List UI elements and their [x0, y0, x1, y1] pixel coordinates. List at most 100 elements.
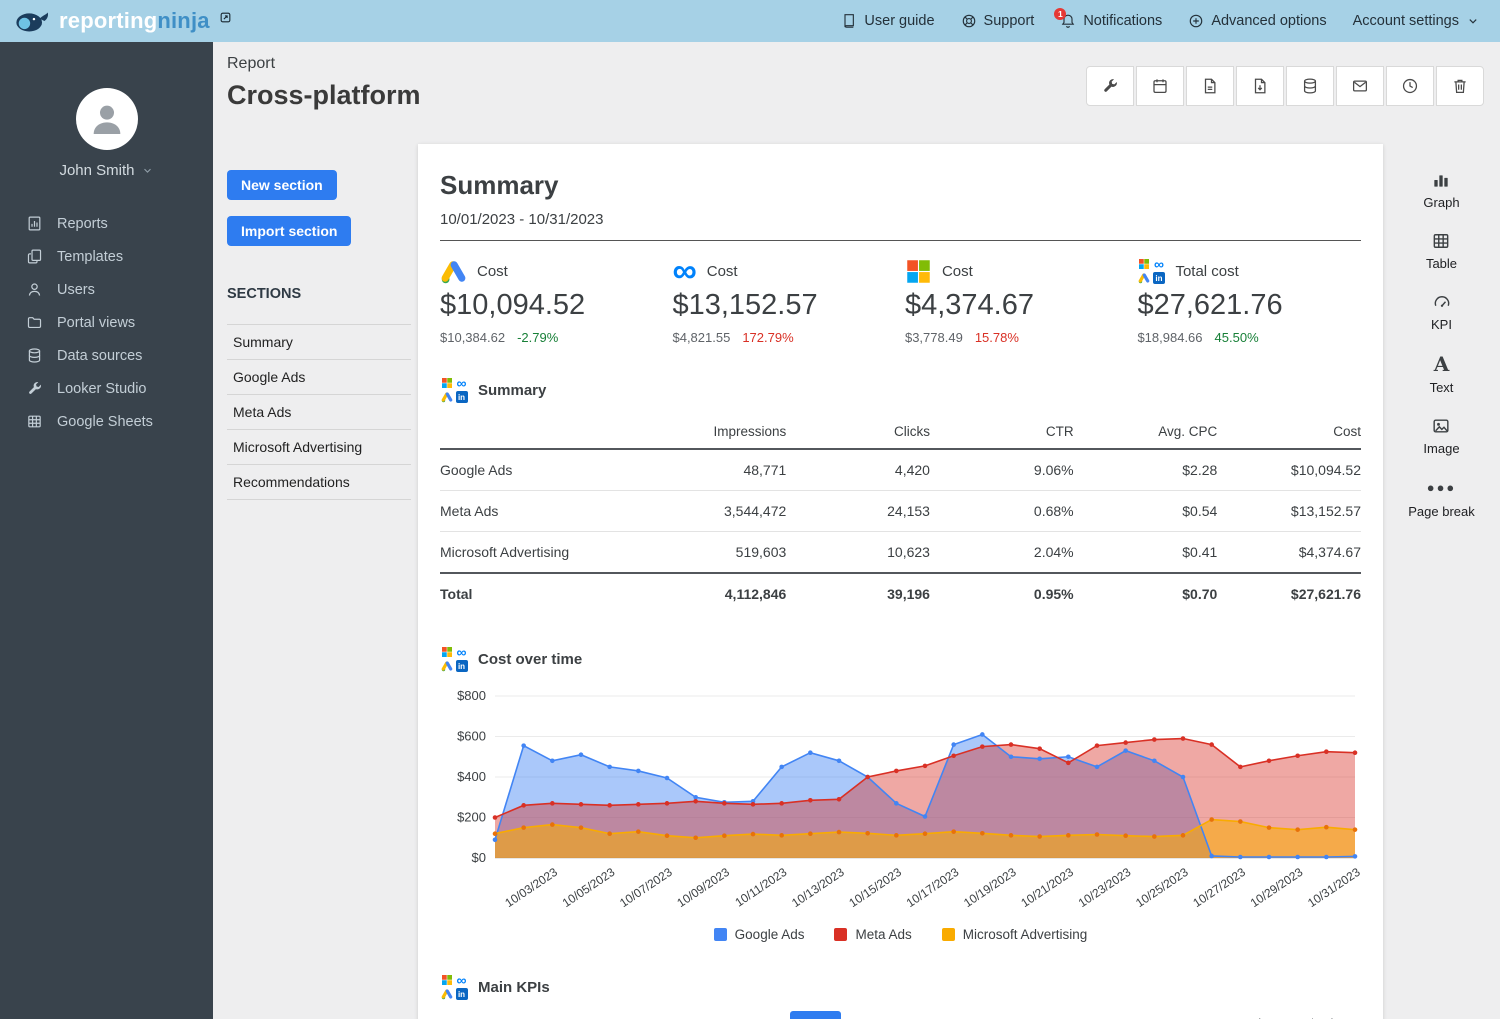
svg-text:10/17/2023: 10/17/2023 [904, 865, 962, 910]
row-name: Google Ads [440, 449, 643, 491]
section-item-google-ads[interactable]: Google Ads [227, 359, 411, 394]
sidebar-item-users[interactable]: Users [0, 273, 213, 306]
delete-button[interactable] [1436, 66, 1484, 106]
kpi-total-cost[interactable]: ∞ in Total cost $27,621.76 $18,984.66 45… [1137, 257, 1361, 345]
kpi-microsoft-cost[interactable]: Cost $4,374.67 $3,778.49 15.78% [905, 257, 1137, 345]
kpi-delta: -2.79% [517, 330, 558, 345]
kpi-meta-ads-cost[interactable]: ∞ Cost $13,152.57 $4,821.55 172.79% [672, 257, 904, 345]
rail-item-image[interactable]: Image [1423, 416, 1459, 456]
main-kpis-header: ∞ in Main KPIs [440, 974, 1361, 1000]
bar-chart-icon [1431, 170, 1451, 190]
avatar[interactable] [76, 88, 138, 150]
user-guide-label: User guide [864, 13, 934, 29]
all-platforms-icon: ∞ in [440, 974, 468, 1000]
import-section-button[interactable]: Import section [227, 216, 351, 246]
spreadsheet-grid-icon [26, 413, 43, 430]
report-toolbar [1086, 66, 1484, 106]
kpi-label: Cost [477, 263, 508, 280]
legend-item-google-ads[interactable]: Google Ads [714, 927, 805, 942]
meta-icon: ∞ [1152, 258, 1165, 270]
page-break-icon: ●●● [1427, 477, 1457, 499]
svg-text:$600: $600 [457, 729, 486, 744]
notifications-link[interactable]: 1 Notifications [1060, 13, 1162, 29]
email-button[interactable] [1336, 66, 1384, 106]
open-in-new-icon[interactable] [219, 11, 232, 24]
rail-label: KPI [1431, 317, 1452, 332]
envelope-icon [1351, 77, 1369, 95]
google-ads-icon [441, 660, 453, 672]
pdf-export-button[interactable] [1236, 66, 1284, 106]
meta-icon: ∞ [455, 974, 468, 986]
kpi-value: $10,094.52 [440, 289, 672, 322]
sidebar-item-google-sheets[interactable]: Google Sheets [0, 405, 213, 438]
rail-item-table[interactable]: Table [1426, 231, 1457, 271]
user-menu[interactable]: John Smith [0, 162, 213, 179]
advanced-options-link[interactable]: Advanced options [1188, 13, 1326, 29]
microsoft-icon [441, 377, 453, 389]
svg-text:10/07/2023: 10/07/2023 [617, 865, 675, 910]
brand-logo[interactable]: reportingninja [14, 8, 232, 35]
rail-item-graph[interactable]: Graph [1423, 170, 1459, 210]
svg-text:10/23/2023: 10/23/2023 [1076, 865, 1134, 910]
svg-text:$0: $0 [472, 850, 486, 865]
section-item-microsoft-advertising[interactable]: Microsoft Advertising [227, 429, 411, 464]
google-ads-icon [440, 258, 467, 285]
cost-over-time-chart: $0$200$400$600$80010/03/202310/05/202310… [440, 682, 1361, 924]
kpi-previous-value: $4,821.55 [672, 330, 730, 345]
report-settings-button[interactable] [1086, 66, 1134, 106]
support-link[interactable]: Support [961, 13, 1035, 29]
user-icon [26, 281, 43, 298]
cost-over-time-header: ∞ in Cost over time [440, 646, 1361, 672]
sidebar-item-label: Templates [57, 249, 123, 265]
row-impressions: 4,112,846 [643, 573, 787, 614]
database-icon [26, 347, 43, 364]
advanced-options-label: Advanced options [1211, 13, 1326, 29]
kpi-value: $4,374.67 [905, 289, 1137, 322]
sidebar-item-label: Data sources [57, 348, 142, 364]
history-button[interactable] [1386, 66, 1434, 106]
summary-table-header: ∞ in Summary [440, 377, 1361, 403]
linkedin-icon: in [456, 988, 468, 1000]
legend-item-meta-ads[interactable]: Meta Ads [834, 927, 911, 942]
book-icon [841, 13, 857, 29]
table-row-google-ads: Google Ads 48,771 4,420 9.06% $2.28 $10,… [440, 449, 1361, 491]
schedule-button[interactable] [1136, 66, 1184, 106]
whale-logo-icon [14, 8, 52, 35]
summary-table-title: Summary [478, 382, 546, 399]
pdf-button[interactable] [1186, 66, 1234, 106]
plus-circle-icon [1188, 13, 1204, 29]
clock-icon [1401, 77, 1419, 95]
row-cost: $27,621.76 [1217, 573, 1361, 614]
chevron-down-icon [1466, 14, 1480, 28]
legend-item-microsoft-advertising[interactable]: Microsoft Advertising [942, 927, 1088, 942]
sidebar-item-reports[interactable]: Reports [0, 207, 213, 240]
svg-text:10/19/2023: 10/19/2023 [961, 865, 1019, 910]
sidebar-item-portal-views[interactable]: Portal views [0, 306, 213, 339]
rail-label: Text [1430, 380, 1454, 395]
all-platforms-icon: ∞ in [440, 377, 468, 403]
sidebar-item-templates[interactable]: Templates [0, 240, 213, 273]
chevron-down-icon [141, 164, 154, 177]
new-section-button[interactable]: New section [227, 170, 337, 200]
microsoft-icon [1138, 258, 1150, 270]
sidebar-item-data-sources[interactable]: Data sources [0, 339, 213, 372]
kpi-google-ads-cost[interactable]: Cost $10,094.52 $10,384.62 -2.79% [440, 257, 672, 345]
account-settings-link[interactable]: Account settings [1353, 13, 1480, 29]
data-sources-button[interactable] [1286, 66, 1334, 106]
rail-item-kpi[interactable]: KPI [1431, 292, 1452, 332]
copy-icon [26, 248, 43, 265]
row-impressions: 48,771 [643, 449, 787, 491]
section-item-recommendations[interactable]: Recommendations [227, 464, 411, 499]
image-icon [1431, 416, 1451, 436]
user-guide-link[interactable]: User guide [841, 13, 934, 29]
table-row-microsoft-advertising: Microsoft Advertising 519,603 10,623 2.0… [440, 532, 1361, 574]
section-item-meta-ads[interactable]: Meta Ads [227, 394, 411, 429]
legend-swatch-google-ads [714, 928, 727, 941]
kpi-value: $27,621.76 [1137, 289, 1361, 322]
section-item-summary[interactable]: Summary [227, 324, 411, 359]
rail-item-page-break[interactable]: ●●● Page break [1408, 477, 1475, 519]
table-header-platform [440, 415, 643, 449]
rail-item-text[interactable]: A Text [1430, 353, 1454, 395]
sidebar-item-label: Users [57, 282, 95, 298]
sidebar-item-looker-studio[interactable]: Looker Studio [0, 372, 213, 405]
